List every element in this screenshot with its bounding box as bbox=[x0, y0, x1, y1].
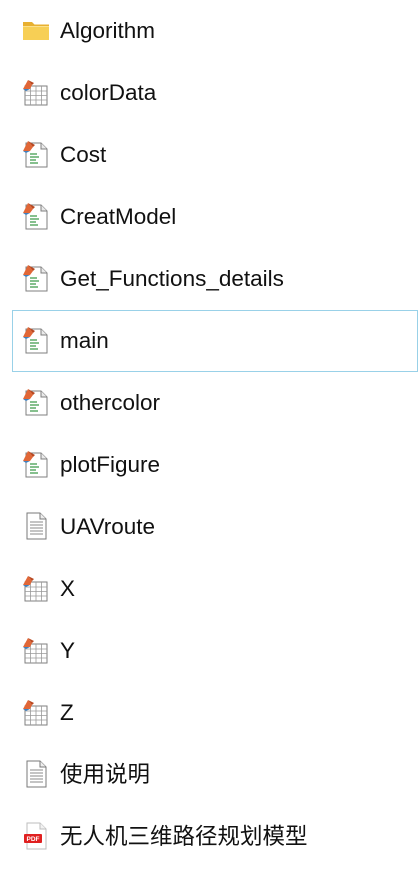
file-name: Y bbox=[60, 638, 76, 663]
file-name: Algorithm bbox=[60, 18, 156, 43]
file-name: 无人机三维路径规划模型 bbox=[60, 824, 308, 849]
file-row-z[interactable]: Z bbox=[0, 682, 418, 744]
file-row-othercolor[interactable]: othercolor bbox=[0, 372, 418, 434]
file-name: 使用说明 bbox=[60, 762, 151, 787]
file-row-x[interactable]: X bbox=[0, 558, 418, 620]
file-row-uavroute[interactable]: UAVroute bbox=[0, 496, 418, 558]
file-row-plotfigure[interactable]: plotFigure bbox=[0, 434, 418, 496]
matlab-script-icon bbox=[21, 449, 51, 479]
file-row-cost[interactable]: Cost bbox=[0, 124, 418, 186]
file-row-main[interactable]: main bbox=[12, 310, 418, 372]
file-row-get-functions-details[interactable]: Get_Functions_details bbox=[0, 248, 418, 310]
file-name: Z bbox=[60, 700, 74, 725]
matlab-script-icon bbox=[21, 325, 51, 355]
file-name: CreatModel bbox=[60, 204, 177, 229]
folder-icon bbox=[21, 15, 51, 45]
file-name: plotFigure bbox=[60, 452, 161, 477]
file-list: Algorithm colorData Cost CreatModel Get_… bbox=[0, 0, 418, 868]
matlab-script-icon bbox=[21, 387, 51, 417]
matlab-data-icon bbox=[21, 635, 51, 665]
file-row-algorithm[interactable]: Algorithm bbox=[0, 0, 418, 62]
matlab-data-icon bbox=[21, 697, 51, 727]
file-row-instructions[interactable]: 使用说明 bbox=[0, 744, 418, 806]
file-name: main bbox=[60, 328, 109, 353]
svg-text:PDF: PDF bbox=[27, 836, 40, 843]
file-name: UAVroute bbox=[60, 514, 156, 539]
file-name: colorData bbox=[60, 80, 157, 105]
matlab-script-icon bbox=[21, 201, 51, 231]
matlab-script-icon bbox=[21, 139, 51, 169]
file-name: Cost bbox=[60, 142, 107, 167]
matlab-data-icon bbox=[21, 573, 51, 603]
file-name: othercolor bbox=[60, 390, 161, 415]
file-name: Get_Functions_details bbox=[60, 266, 284, 291]
matlab-script-icon bbox=[21, 263, 51, 293]
file-row-pdf-model[interactable]: PDF 无人机三维路径规划模型 bbox=[0, 806, 418, 868]
file-row-creatmodel[interactable]: CreatModel bbox=[0, 186, 418, 248]
file-name: X bbox=[60, 576, 76, 601]
matlab-data-icon bbox=[21, 77, 51, 107]
pdf-file-icon: PDF bbox=[21, 821, 51, 851]
text-file-icon bbox=[21, 511, 51, 541]
file-row-y[interactable]: Y bbox=[0, 620, 418, 682]
file-row-colordata[interactable]: colorData bbox=[0, 62, 418, 124]
text-file-icon bbox=[21, 759, 51, 789]
